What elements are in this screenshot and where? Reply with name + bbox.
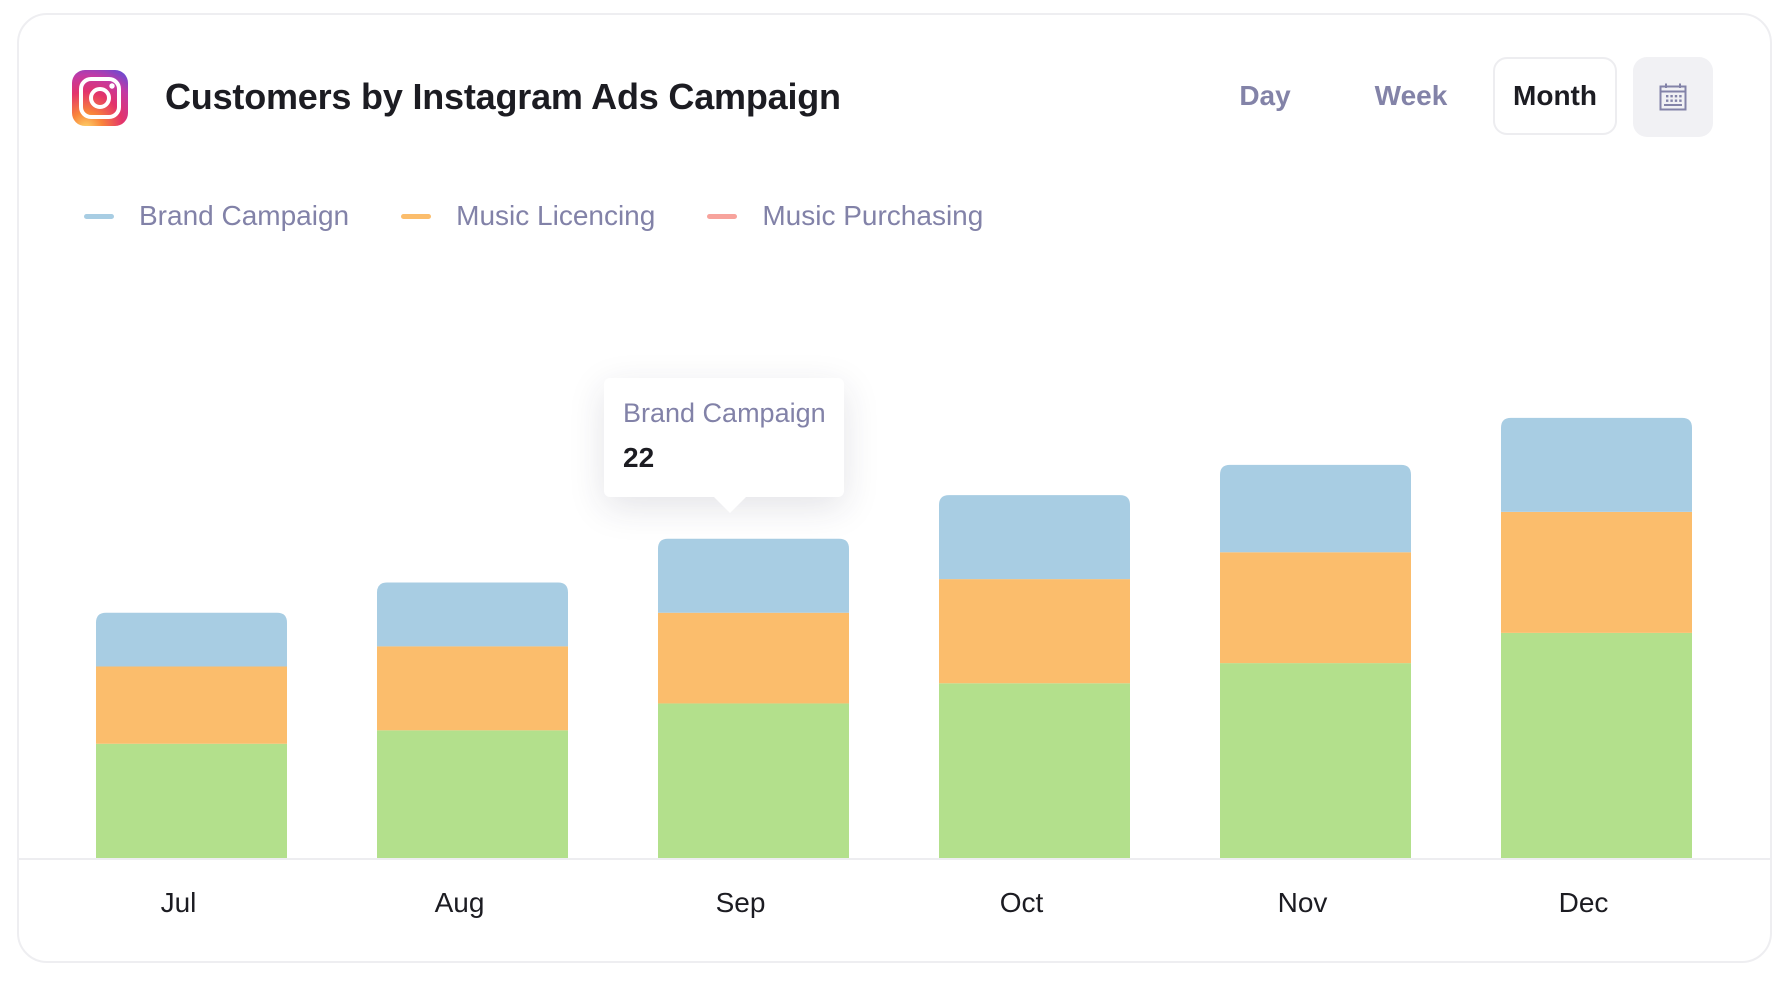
x-tick-label: Jul: [161, 887, 197, 918]
bar-segment-music-purchasing-nov[interactable]: [1220, 663, 1411, 858]
bar-segment-brand-campaign-sep[interactable]: [658, 538, 849, 613]
stacked-bar-chart: Jul Aug Sep Oct Nov Dec: [96, 417, 1692, 918]
bar-segment-brand-campaign-oct[interactable]: [939, 495, 1130, 580]
bar-stack-dec[interactable]: [1501, 417, 1692, 858]
bar-segment-music-purchasing-dec[interactable]: [1501, 632, 1692, 858]
bar-segment-brand-campaign-dec[interactable]: [1501, 417, 1692, 512]
bar-stack-aug[interactable]: [377, 582, 568, 858]
bar-segment-music-purchasing-oct[interactable]: [939, 683, 1130, 858]
bar-segment-brand-campaign-nov[interactable]: [1220, 464, 1411, 553]
bar-segment-music-purchasing-sep[interactable]: [658, 703, 849, 858]
bar-stack-sep[interactable]: [658, 538, 849, 858]
bar-segment-brand-campaign-jul[interactable]: [96, 612, 287, 667]
bar-stack-nov[interactable]: [1220, 464, 1411, 858]
bar-segment-music-licencing-oct[interactable]: [939, 579, 1130, 684]
bar-segment-music-purchasing-aug[interactable]: [377, 730, 568, 858]
tooltip-series-name: Brand Campaign: [623, 398, 826, 428]
tooltip-value: 22: [623, 442, 655, 473]
x-tick-label: Sep: [716, 887, 766, 918]
bar-stack-oct[interactable]: [939, 495, 1130, 858]
bar-segment-brand-campaign-aug[interactable]: [377, 582, 568, 647]
bar-segment-music-purchasing-jul[interactable]: [96, 743, 287, 858]
x-axis-line: [19, 858, 1770, 860]
x-tick-label: Aug: [435, 887, 485, 918]
bar-stack-jul[interactable]: [96, 612, 287, 858]
bar-segment-music-licencing-dec[interactable]: [1501, 511, 1692, 633]
bar-segment-music-licencing-jul[interactable]: [96, 666, 287, 744]
x-tick-label: Nov: [1278, 887, 1328, 918]
bar-segment-music-licencing-sep[interactable]: [658, 612, 849, 704]
x-tick-label: Oct: [1000, 887, 1044, 918]
x-tick-label: Dec: [1559, 887, 1609, 918]
bar-segment-music-licencing-nov[interactable]: [1220, 552, 1411, 664]
bar-segment-music-licencing-aug[interactable]: [377, 646, 568, 731]
chart-tooltip: Brand Campaign 22: [604, 378, 844, 513]
